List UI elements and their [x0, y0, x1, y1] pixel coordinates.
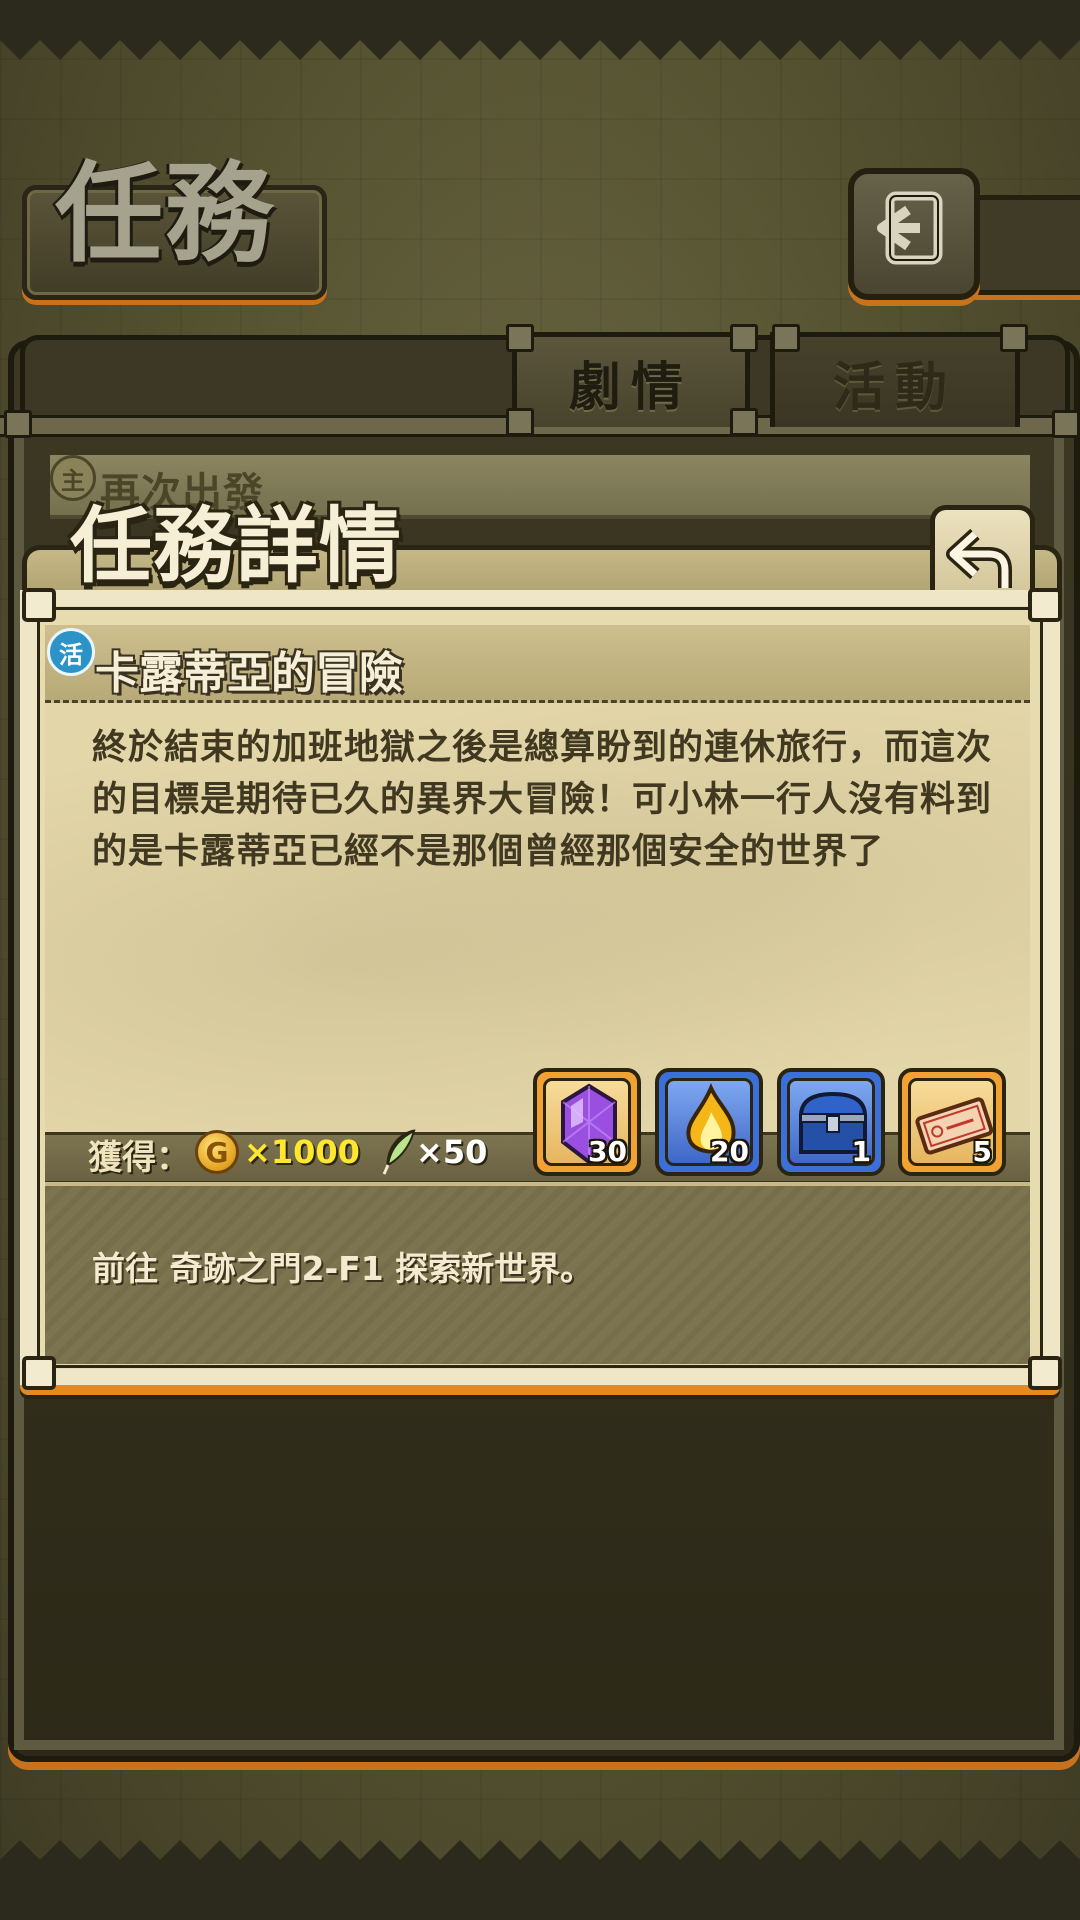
quest-screen: 任務 劇情 活動 主 再次出發 活 卡露蒂亞的冒險 終於結束的加班地獄之後是總算…: [0, 0, 1080, 1920]
rail-post: [1052, 410, 1080, 438]
tab-post: [730, 408, 758, 436]
modal-frame: [20, 590, 1060, 1385]
top-right-tab: [965, 195, 1080, 295]
tab-story[interactable]: 劇情: [512, 332, 750, 427]
main-quest-badge: 主: [50, 455, 96, 501]
tab-event[interactable]: 活動: [770, 332, 1020, 427]
frame-rivet: [1028, 588, 1062, 622]
tab-post: [506, 408, 534, 436]
back-button[interactable]: [848, 168, 980, 300]
page-title: 任務: [55, 151, 276, 277]
tab-post: [730, 324, 758, 352]
frame-rivet: [1028, 1356, 1062, 1390]
frame-rivet: [22, 1356, 56, 1390]
return-arrow-icon: [946, 528, 1012, 588]
tab-post: [1000, 324, 1028, 352]
frame-rivet: [22, 588, 56, 622]
modal-title: 任務詳情: [70, 498, 403, 594]
return-arrow-icon: [877, 191, 943, 265]
bottom-zigzag-border: [0, 1840, 1080, 1920]
rail-post: [4, 410, 32, 438]
tab-post: [772, 324, 800, 352]
tab-post: [506, 324, 534, 352]
top-zigzag-border: [0, 0, 1080, 60]
